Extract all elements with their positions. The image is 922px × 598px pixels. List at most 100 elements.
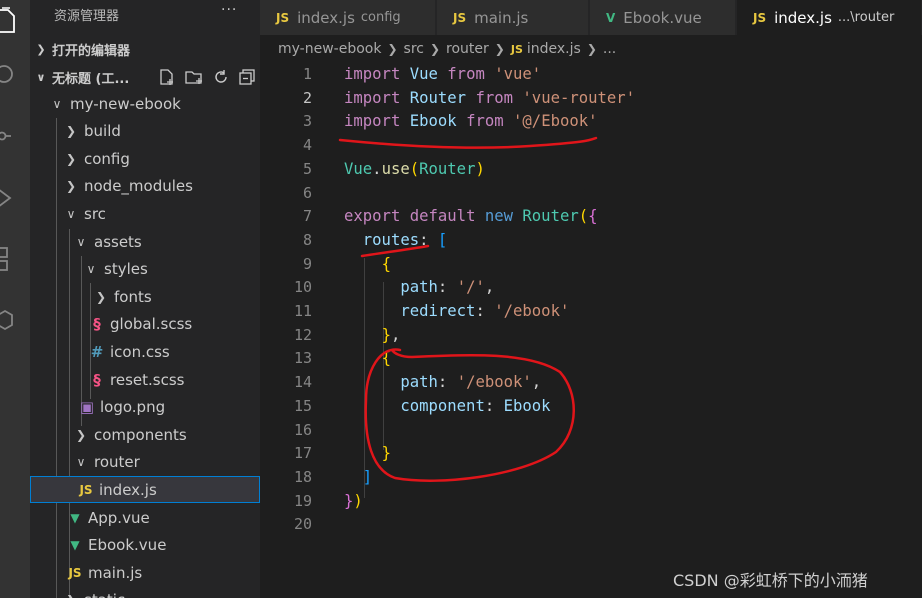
line-number: 19 — [293, 491, 312, 510]
tree-item[interactable]: ▣ logo.png — [30, 394, 260, 421]
code-line[interactable]: import Ebook from '@/Ebook' — [344, 109, 598, 133]
code-line[interactable]: export default new Router({ — [344, 204, 598, 228]
tree-item[interactable]: ❯ node_modules — [30, 173, 260, 200]
line-number: 14 — [293, 373, 312, 392]
code-line[interactable]: Vue.use(Router) — [344, 157, 485, 181]
explorer-icon[interactable] — [0, 0, 30, 40]
tree-item[interactable]: JS index.js — [30, 476, 260, 504]
code-line[interactable]: ] — [344, 465, 372, 489]
tab-main-js[interactable]: JS main.js — [437, 0, 589, 35]
tree-item[interactable]: § reset.scss — [30, 366, 260, 393]
workspace-actions — [158, 65, 256, 89]
chevron-down-icon: ∨ — [76, 455, 86, 470]
more-actions-icon[interactable]: ··· — [221, 2, 237, 18]
tree-item-label: fonts — [114, 287, 152, 306]
tab-index-js-config[interactable]: JS index.js config — [260, 0, 436, 35]
editor-tabs: JS index.js config JS main.js V Ebook.vu… — [260, 0, 922, 35]
code-line[interactable]: } — [344, 441, 391, 465]
line-number: 4 — [302, 136, 312, 155]
code-token: '/' — [456, 278, 485, 297]
tree-item[interactable]: ▼ App.vue — [30, 504, 260, 531]
tree-item[interactable]: ❯ config — [30, 145, 260, 172]
js-file-icon: JS — [276, 10, 290, 25]
sidebar-title: 资源管理器 — [54, 9, 120, 24]
tree-item[interactable]: ∨ styles — [30, 256, 260, 283]
line-number: 9 — [302, 254, 312, 273]
remote-explorer-icon[interactable] — [0, 302, 30, 342]
tree-item[interactable]: § global.scss — [30, 311, 260, 338]
new-file-icon[interactable] — [158, 68, 176, 86]
chevron-down-icon: ∨ — [86, 262, 96, 277]
collapse-all-icon[interactable] — [238, 68, 256, 86]
code-token: . — [372, 159, 382, 178]
vue-file-icon: V — [606, 10, 616, 25]
code-line[interactable]: path: '/', — [344, 275, 494, 299]
source-control-icon[interactable] — [0, 116, 30, 156]
activity-bar — [0, 0, 30, 598]
code-token: path — [400, 373, 438, 392]
chevron-down-icon: ∨ — [76, 234, 86, 249]
code-token: : — [437, 373, 457, 392]
tree-item[interactable]: ∨ my-new-ebook — [30, 90, 260, 117]
tree-item[interactable]: ❯ static — [30, 587, 260, 598]
code-token: import — [344, 65, 401, 83]
code-token: '@/Ebook' — [513, 112, 598, 131]
code-line[interactable]: routes: [ — [344, 228, 448, 252]
code-token: Router — [419, 159, 476, 178]
chevron-right-icon: ❯ — [429, 42, 441, 56]
code-editor[interactable]: 1 2 3 4 5 6 7 8 9 10 11 12 13 14 15 16 17 18 19 20 import V… — [260, 60, 922, 598]
breadcrumb-item[interactable]: ... — [603, 41, 616, 57]
code-token: from — [447, 65, 485, 83]
code-line[interactable]: { — [344, 346, 391, 370]
tree-item[interactable]: ❯ components — [30, 421, 260, 448]
run-debug-icon[interactable] — [0, 178, 30, 218]
code-token: import — [344, 112, 401, 131]
tree-item[interactable]: # icon.css — [30, 338, 260, 365]
code-line[interactable]: { — [344, 252, 391, 276]
code-line[interactable]: component: Ebook — [344, 394, 550, 418]
tree-item[interactable]: ∨ assets — [30, 228, 260, 255]
refresh-icon[interactable] — [212, 68, 230, 86]
breadcrumb: my-new-ebook ❯ src ❯ router ❯ JS index.j… — [278, 38, 616, 60]
tree-item-label: reset.scss — [110, 370, 185, 389]
tree-item[interactable]: ∨ router — [30, 449, 260, 476]
code-token: , — [531, 373, 542, 392]
chevron-right-icon: ❯ — [64, 593, 78, 598]
js-file-icon: JS — [510, 42, 523, 56]
tab-label: index.js — [774, 8, 832, 27]
code-line[interactable]: }, — [344, 323, 401, 347]
tab-ebook-vue[interactable]: V Ebook.vue — [590, 0, 736, 35]
breadcrumb-item[interactable]: index.js — [527, 41, 581, 57]
code-line[interactable]: }) — [344, 489, 363, 513]
tree-item[interactable]: ▼ Ebook.vue — [30, 532, 260, 559]
line-number: 17 — [293, 444, 312, 463]
tab-index-js-router[interactable]: JS index.js ...\router — [737, 0, 922, 35]
workspace-header[interactable]: ∨ 无标题 (工... — [30, 65, 260, 89]
chevron-down-icon: ∨ — [52, 96, 62, 111]
tree-item[interactable]: JS main.js — [30, 559, 260, 586]
code-line[interactable]: redirect: '/ebook' — [344, 299, 569, 323]
new-folder-icon[interactable] — [184, 68, 204, 86]
chevron-down-icon: ∨ — [36, 70, 46, 84]
breadcrumb-item[interactable]: router — [446, 41, 489, 57]
breadcrumb-item[interactable]: my-new-ebook — [278, 41, 381, 57]
breadcrumb-item[interactable]: src — [404, 41, 424, 57]
search-icon[interactable] — [0, 56, 30, 96]
chevron-right-icon: ❯ — [75, 427, 87, 442]
extensions-icon[interactable] — [0, 240, 30, 280]
code-line[interactable]: import Router from 'vue-router' — [344, 86, 635, 110]
tree-item[interactable]: ❯ build — [30, 118, 260, 145]
open-editors-header[interactable]: ❯ 打开的编辑器 — [30, 37, 260, 61]
tree-item[interactable]: ∨ src — [30, 200, 260, 227]
line-number: 12 — [293, 325, 312, 344]
code-line[interactable]: import Vue from 'vue' — [344, 62, 541, 86]
code-line[interactable]: path: '/ebook', — [344, 370, 541, 394]
tree-item[interactable]: ❯ fonts — [30, 283, 260, 310]
